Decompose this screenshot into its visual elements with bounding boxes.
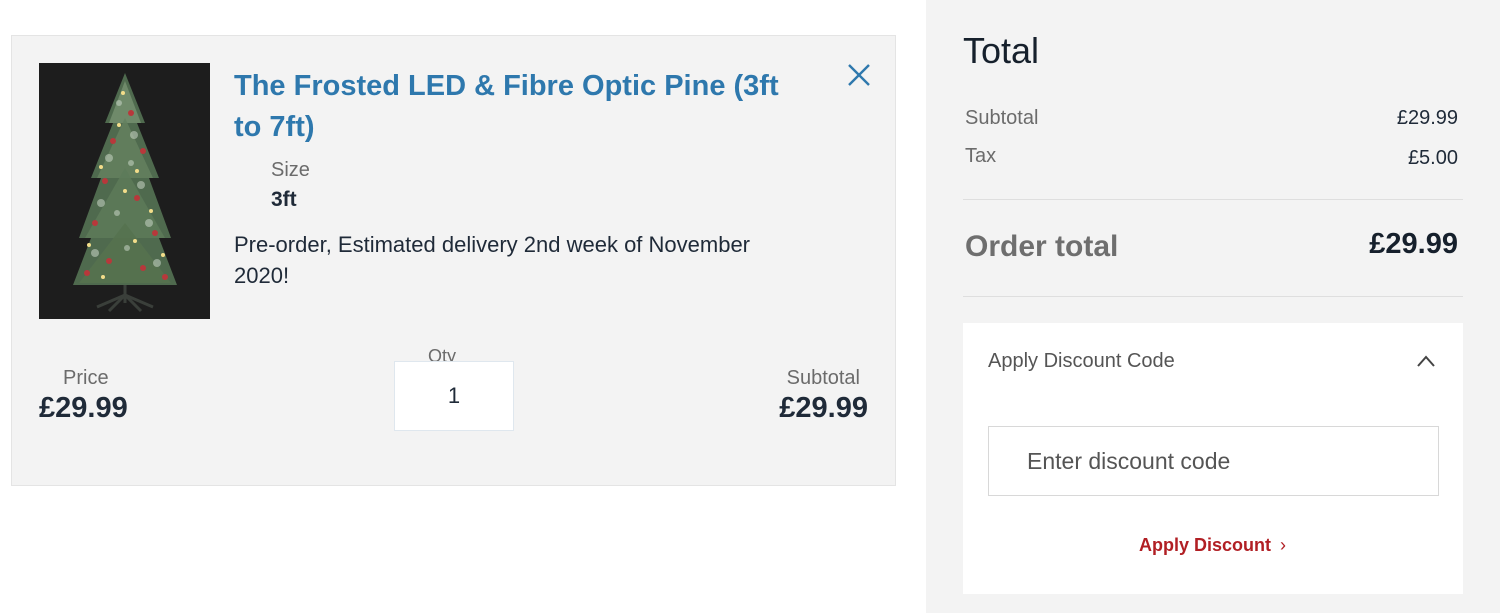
order-total-label: Order total bbox=[965, 230, 1119, 263]
remove-item-button[interactable] bbox=[845, 61, 873, 89]
summary-subtotal-value: £29.99 bbox=[1396, 107, 1458, 129]
order-total-value: £29.99 bbox=[1369, 228, 1458, 260]
summary-tax-value: £5.00 bbox=[1407, 147, 1458, 169]
summary-title: Total bbox=[963, 30, 1040, 71]
close-icon bbox=[848, 64, 870, 86]
product-image[interactable] bbox=[39, 63, 210, 319]
discount-code-input[interactable] bbox=[988, 426, 1439, 496]
price-value: £29.99 bbox=[39, 392, 128, 424]
summary-tax-label: Tax bbox=[965, 145, 997, 167]
summary-divider bbox=[963, 199, 1463, 200]
summary-divider bbox=[963, 296, 1463, 297]
item-subtotal-label: Subtotal bbox=[786, 367, 860, 389]
order-summary-panel: Total Subtotal £29.99 Tax £5.00 Order to… bbox=[926, 0, 1500, 613]
delivery-note: Pre-order, Estimated delivery 2nd week o… bbox=[234, 232, 751, 288]
apply-discount-button[interactable]: Apply Discount › bbox=[1139, 535, 1286, 556]
size-value: 3ft bbox=[271, 188, 297, 211]
chevron-right-icon: › bbox=[1280, 535, 1287, 555]
price-label: Price bbox=[63, 367, 109, 389]
discount-toggle[interactable]: Apply Discount Code bbox=[963, 323, 1463, 403]
qty-input[interactable] bbox=[394, 361, 514, 431]
tree-image-graphic bbox=[39, 63, 210, 319]
chevron-up-icon bbox=[1417, 355, 1435, 367]
product-title-link[interactable]: The Frosted LED & Fibre Optic Pine (3ft … bbox=[234, 66, 804, 148]
discount-section: Apply Discount Code Apply Discount › bbox=[963, 323, 1463, 594]
apply-discount-label: Apply Discount bbox=[1139, 535, 1272, 555]
discount-title: Apply Discount Code bbox=[988, 350, 1175, 372]
size-label: Size bbox=[271, 159, 310, 181]
summary-subtotal-label: Subtotal bbox=[965, 107, 1039, 129]
item-subtotal-value: £29.99 bbox=[779, 392, 868, 424]
cart-item-card: The Frosted LED & Fibre Optic Pine (3ft … bbox=[11, 35, 896, 486]
